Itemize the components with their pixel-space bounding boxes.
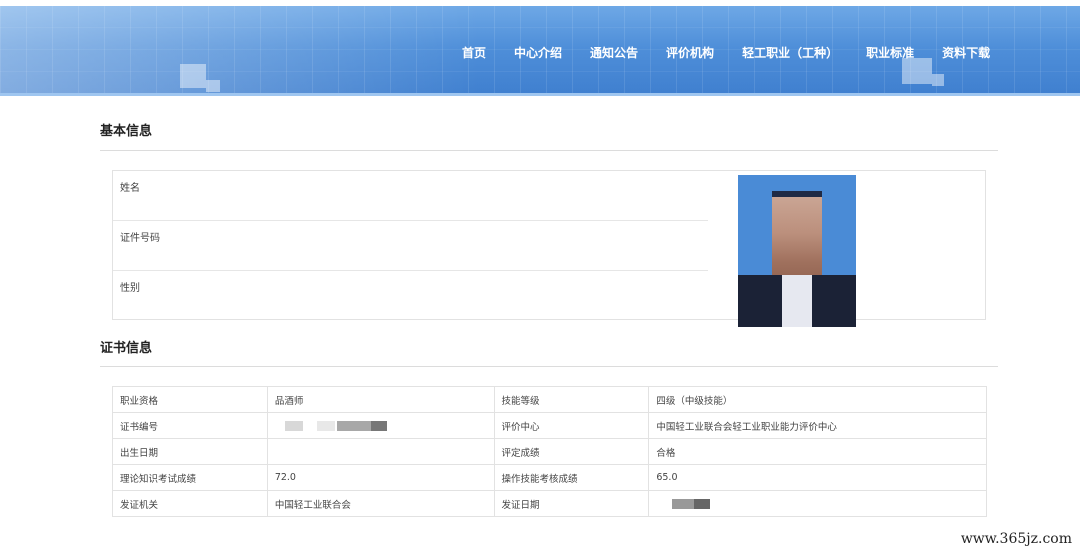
cert-label-practical-score: 操作技能考核成绩 xyxy=(493,464,650,491)
table-row: 证书编号 评价中心 中国轻工业联合会轻工业职业能力评价中心 xyxy=(112,412,987,439)
nav-downloads[interactable]: 资料下载 xyxy=(942,44,990,61)
cert-info-title: 证书信息 xyxy=(100,341,153,356)
table-row: 职业资格 品酒师 技能等级 四级（中级技能） xyxy=(112,386,987,413)
cert-label-skill-level: 技能等级 xyxy=(493,386,650,413)
id-number-label: 证件号码 xyxy=(120,233,160,244)
nav-notices[interactable]: 通知公告 xyxy=(590,44,638,61)
nav-light-industry-occupations[interactable]: 轻工职业（工种） xyxy=(742,44,838,61)
watermark: www.365jz.com xyxy=(960,531,1072,547)
banner-square xyxy=(932,74,944,86)
basic-info-divider xyxy=(100,150,998,151)
nav-evaluation-agencies[interactable]: 评价机构 xyxy=(666,44,714,61)
cert-value-eval-center: 中国轻工业联合会轻工业职业能力评价中心 xyxy=(648,412,987,439)
basic-row-id-number: 证件号码 xyxy=(113,221,708,271)
nav-home[interactable]: 首页 xyxy=(462,44,486,61)
cert-label-qualification: 职业资格 xyxy=(112,386,268,413)
cert-value-issue-date-redacted xyxy=(648,490,987,517)
banner-square xyxy=(206,80,220,92)
basic-row-gender: 性别 xyxy=(113,271,708,321)
banner-bottom-line xyxy=(0,93,1080,96)
cert-value-practical-score: 65.0 xyxy=(648,464,987,491)
gender-label: 性别 xyxy=(120,283,140,294)
redaction-blur xyxy=(336,420,371,431)
table-row: 理论知识考试成绩 72.0 操作技能考核成绩 65.0 xyxy=(112,464,987,491)
cert-info-table: 职业资格 品酒师 技能等级 四级（中级技能） 证书编号 评价中心 中国轻工业联合… xyxy=(112,386,987,517)
cert-value-birth-date xyxy=(266,438,495,465)
header-banner: 首页 中心介绍 通知公告 评价机构 轻工职业（工种） 职业标准 资料下载 xyxy=(0,6,1080,96)
cert-value-rating: 合格 xyxy=(648,438,987,465)
cert-label-theory-score: 理论知识考试成绩 xyxy=(112,464,268,491)
main-nav: 首页 中心介绍 通知公告 评价机构 轻工职业（工种） 职业标准 资料下载 xyxy=(462,44,990,61)
cert-value-issuer: 中国轻工业联合会 xyxy=(266,490,495,517)
table-row: 出生日期 评定成绩 合格 xyxy=(112,438,987,465)
cert-value-skill-level: 四级（中级技能） xyxy=(648,386,987,413)
redaction-blur xyxy=(284,420,303,431)
cert-label-number: 证书编号 xyxy=(112,412,268,439)
nav-center-intro[interactable]: 中心介绍 xyxy=(514,44,562,61)
redaction-blur xyxy=(694,498,711,509)
redaction-blur xyxy=(316,420,335,431)
basic-row-name: 姓名 xyxy=(113,171,708,221)
cert-label-eval-center: 评价中心 xyxy=(493,412,650,439)
photo-shirt xyxy=(782,275,812,327)
cert-value-theory-score: 72.0 xyxy=(266,464,495,491)
id-photo xyxy=(738,175,856,327)
banner-square xyxy=(180,64,206,88)
name-label: 姓名 xyxy=(120,183,140,194)
banner-glow xyxy=(0,6,480,96)
basic-info-title: 基本信息 xyxy=(100,124,153,139)
cert-label-issuer: 发证机关 xyxy=(112,490,268,517)
cert-value-number-redacted xyxy=(266,412,495,439)
redaction-blur xyxy=(370,420,387,431)
nav-occupational-standards[interactable]: 职业标准 xyxy=(866,44,914,61)
table-row: 发证机关 中国轻工业联合会 发证日期 xyxy=(112,490,987,517)
banner-square xyxy=(902,58,932,84)
cert-info-divider xyxy=(100,366,998,367)
cert-label-rating: 评定成绩 xyxy=(493,438,650,465)
redaction-blur xyxy=(672,498,695,509)
cert-label-birth-date: 出生日期 xyxy=(112,438,268,465)
cert-value-qualification: 品酒师 xyxy=(266,386,495,413)
cert-label-issue-date: 发证日期 xyxy=(493,490,650,517)
